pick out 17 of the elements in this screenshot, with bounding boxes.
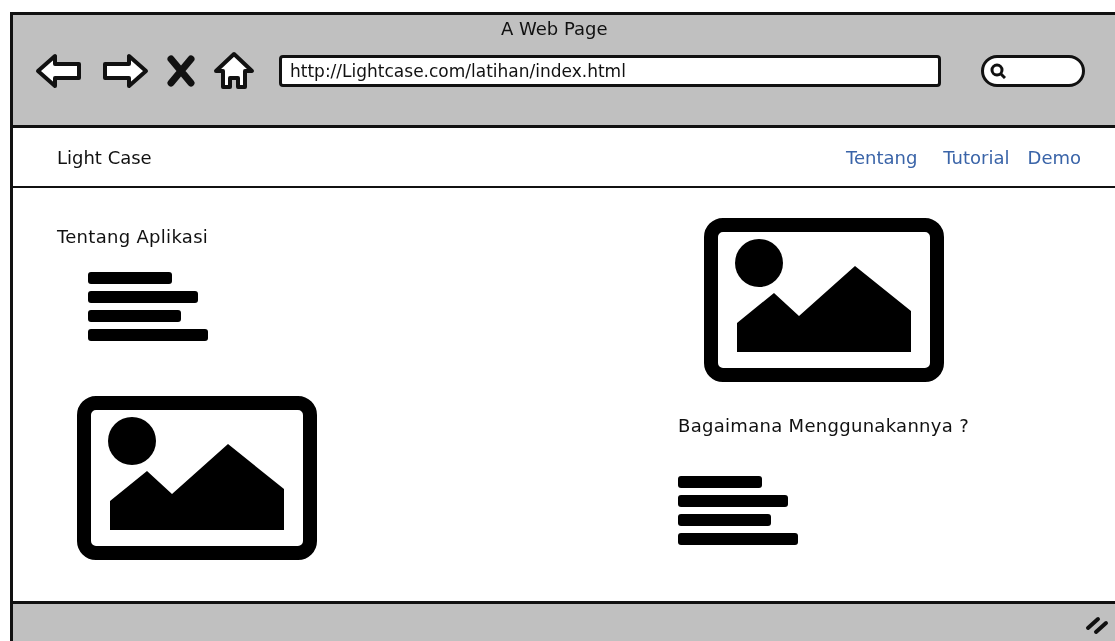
- search-icon: [990, 63, 1006, 79]
- forward-icon[interactable]: [101, 53, 149, 89]
- nav-link[interactable]: Tentang: [846, 146, 918, 168]
- image-icon: [77, 396, 317, 560]
- brand-name: Light Case: [57, 146, 152, 168]
- resize-grip-icon: [1085, 614, 1109, 636]
- home-icon[interactable]: [213, 51, 255, 91]
- nav-link[interactable]: Tutorial: [943, 146, 1010, 168]
- address-field[interactable]: http://Lightcase.com/latihan/index.html: [279, 55, 941, 87]
- search-field[interactable]: [981, 55, 1085, 87]
- section-heading: Tentang Aplikasi: [57, 226, 209, 247]
- back-icon[interactable]: [35, 53, 83, 89]
- image-icon: [704, 218, 944, 382]
- close-icon[interactable]: [167, 55, 195, 87]
- window-title: A Web Page: [501, 18, 608, 39]
- nav-link[interactable]: Demo: [1027, 146, 1081, 168]
- section-heading: Bagaimana Menggunakannya ?: [678, 415, 969, 436]
